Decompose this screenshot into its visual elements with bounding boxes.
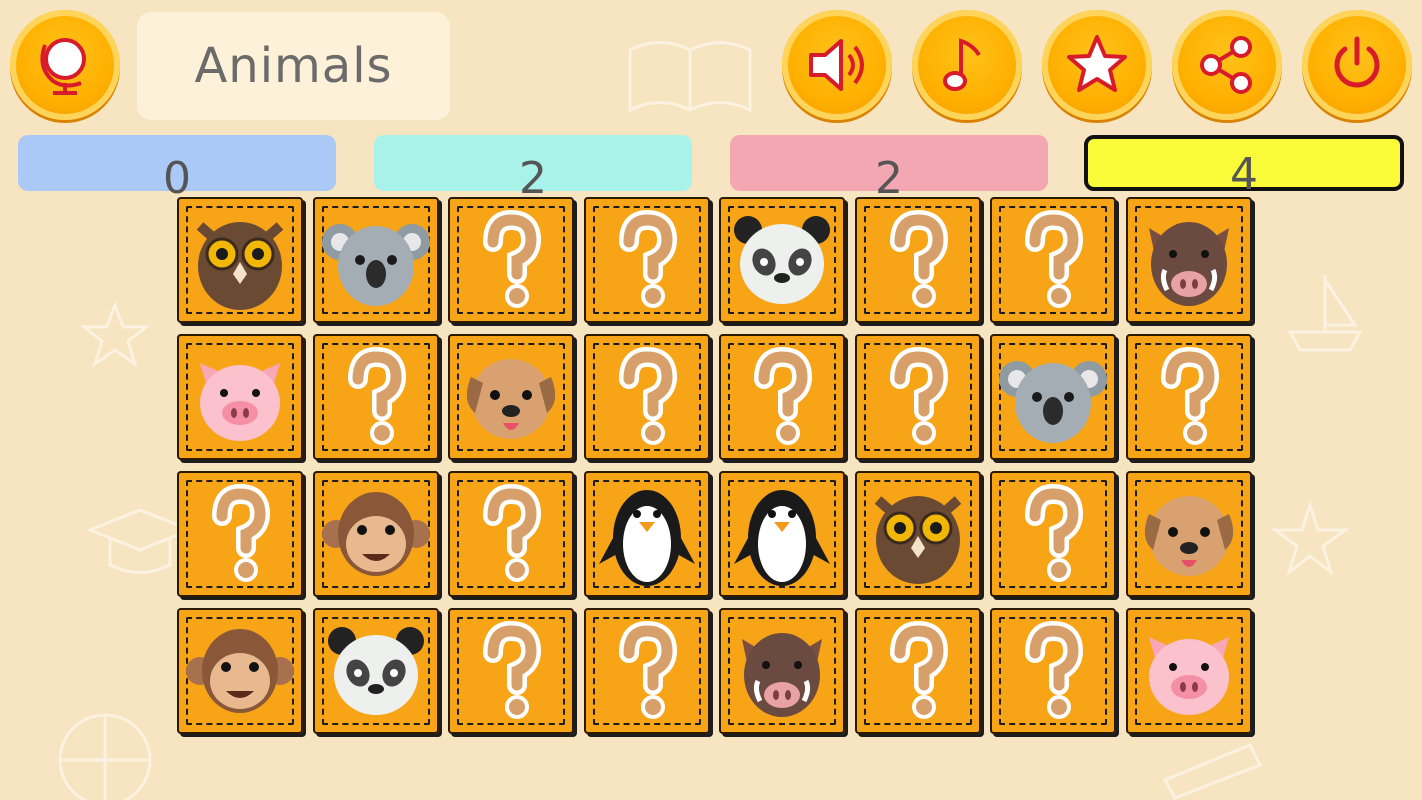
monkey-icon [321, 492, 430, 576]
card-boar[interactable] [719, 608, 845, 734]
score-value: 2 [519, 153, 547, 204]
question-mark-icon [483, 209, 542, 308]
sound-button[interactable] [782, 10, 892, 120]
book-doodle [628, 41, 752, 113]
koala-icon [321, 224, 430, 306]
card-koala[interactable] [312, 197, 439, 323]
card-face-down[interactable] [312, 334, 439, 460]
card-penguin[interactable] [719, 471, 845, 597]
star-doodle-2 [1270, 500, 1350, 577]
card-face-down[interactable] [854, 334, 981, 460]
boar-icon [742, 633, 822, 717]
monkey-icon [186, 629, 294, 713]
card-penguin[interactable] [583, 471, 710, 597]
card-monkey[interactable] [177, 608, 303, 734]
card-face-down[interactable] [990, 471, 1116, 597]
koala-icon [999, 361, 1107, 443]
speaker-icon [809, 39, 864, 91]
score-player-4-active: 4 [1084, 135, 1404, 197]
power-button[interactable] [1302, 10, 1412, 120]
question-mark-icon [483, 620, 542, 719]
panda-icon [327, 627, 424, 715]
question-mark-icon [889, 209, 948, 308]
pig-icon [1148, 637, 1229, 715]
card-boar[interactable] [1125, 197, 1252, 323]
score-value: 2 [875, 153, 903, 204]
card-monkey[interactable] [312, 471, 439, 597]
globe-icon [40, 38, 86, 95]
owl-icon [874, 496, 961, 584]
question-mark-icon [483, 483, 542, 582]
score-player-1: 0 [18, 135, 336, 201]
ball-doodle [58, 713, 152, 800]
card-face-down[interactable] [990, 197, 1116, 323]
question-mark-icon [889, 346, 948, 445]
score-player-2: 2 [374, 135, 692, 201]
power-icon [1334, 36, 1380, 88]
question-mark-icon [1025, 209, 1084, 308]
question-mark-icon [1160, 346, 1219, 445]
globe-button[interactable] [10, 10, 120, 120]
question-mark-icon [618, 209, 677, 308]
pencil-doodle [1162, 743, 1263, 800]
star-doodle [80, 300, 150, 368]
share-button[interactable] [1172, 10, 1282, 120]
card-panda[interactable] [719, 197, 845, 323]
owl-icon [196, 222, 284, 310]
card-owl[interactable] [177, 197, 303, 323]
card-face-down[interactable] [448, 471, 574, 597]
score-value: 4 [1230, 149, 1258, 200]
score-value: 0 [163, 153, 191, 204]
penguin-icon [598, 490, 695, 586]
card-face-down[interactable] [990, 608, 1116, 734]
card-grid [177, 197, 1252, 734]
card-dog[interactable] [448, 334, 574, 460]
card-face-down[interactable] [1125, 334, 1252, 460]
question-mark-icon [618, 620, 677, 719]
penguin-icon [734, 490, 830, 586]
question-mark-icon [1025, 483, 1084, 582]
card-face-down[interactable] [448, 197, 574, 323]
share-icon [1200, 36, 1252, 94]
category-title: Animals [137, 12, 450, 120]
pig-icon [200, 363, 280, 441]
music-note-icon [943, 38, 981, 91]
rate-button[interactable] [1042, 10, 1152, 120]
card-face-down[interactable] [448, 608, 574, 734]
question-mark-icon [754, 346, 813, 445]
card-face-down[interactable] [583, 197, 710, 323]
boar-icon [1148, 222, 1229, 306]
card-koala[interactable] [990, 334, 1116, 460]
card-dog[interactable] [1125, 471, 1252, 597]
star-icon [1067, 35, 1127, 92]
score-player-3: 2 [730, 135, 1048, 201]
question-mark-icon [889, 620, 948, 719]
card-face-down[interactable] [583, 334, 710, 460]
boat-doodle [1287, 275, 1363, 352]
question-mark-icon [347, 346, 406, 445]
card-pig[interactable] [1125, 608, 1252, 734]
panda-icon [734, 216, 830, 304]
card-pig[interactable] [177, 334, 303, 460]
dog-icon [466, 359, 556, 439]
question-mark-icon [212, 483, 271, 582]
question-mark-icon [618, 346, 677, 445]
card-face-down[interactable] [854, 608, 981, 734]
music-button[interactable] [912, 10, 1022, 120]
card-face-down[interactable] [854, 197, 981, 323]
card-panda[interactable] [312, 608, 439, 734]
card-face-down[interactable] [177, 471, 303, 597]
card-face-down[interactable] [583, 608, 710, 734]
dog-icon [1144, 496, 1233, 576]
question-mark-icon [1025, 620, 1084, 719]
card-face-down[interactable] [719, 334, 845, 460]
card-owl[interactable] [854, 471, 981, 597]
